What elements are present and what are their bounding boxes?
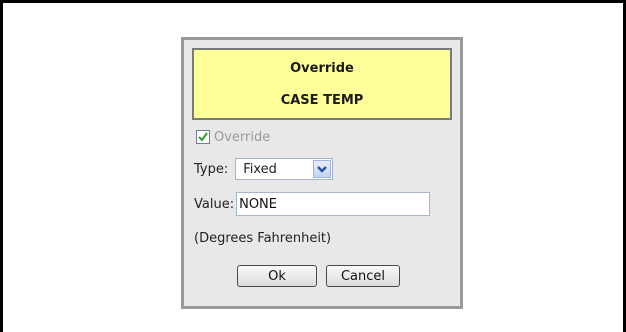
type-label: Type: [194,161,229,177]
override-dialog: Override CASE TEMP Override Type: Fixed [181,37,463,309]
units-label: (Degrees Fahrenheit) [194,231,332,246]
dialog-header: Override CASE TEMP [192,48,452,120]
chevron-down-icon [317,166,328,173]
type-select[interactable]: Fixed [235,158,334,180]
override-label: Override [214,129,271,145]
override-checkbox[interactable] [196,130,210,144]
dialog-subtitle: CASE TEMP [280,93,364,108]
dropdown-arrow-button[interactable] [313,160,332,178]
type-row: Type: Fixed [194,158,334,180]
type-selected-value: Fixed [243,161,277,177]
button-row: Ok Cancel [237,265,400,287]
page-frame: Override CASE TEMP Override Type: Fixed [0,0,626,332]
checkmark-icon [198,132,208,142]
ok-button[interactable]: Ok [237,265,317,287]
value-label: Value: [194,196,235,212]
override-row: Override [196,128,270,146]
cancel-button[interactable]: Cancel [326,265,400,287]
dialog-title: Override [290,61,354,76]
value-input[interactable] [236,192,431,216]
value-row: Value: [194,192,431,216]
